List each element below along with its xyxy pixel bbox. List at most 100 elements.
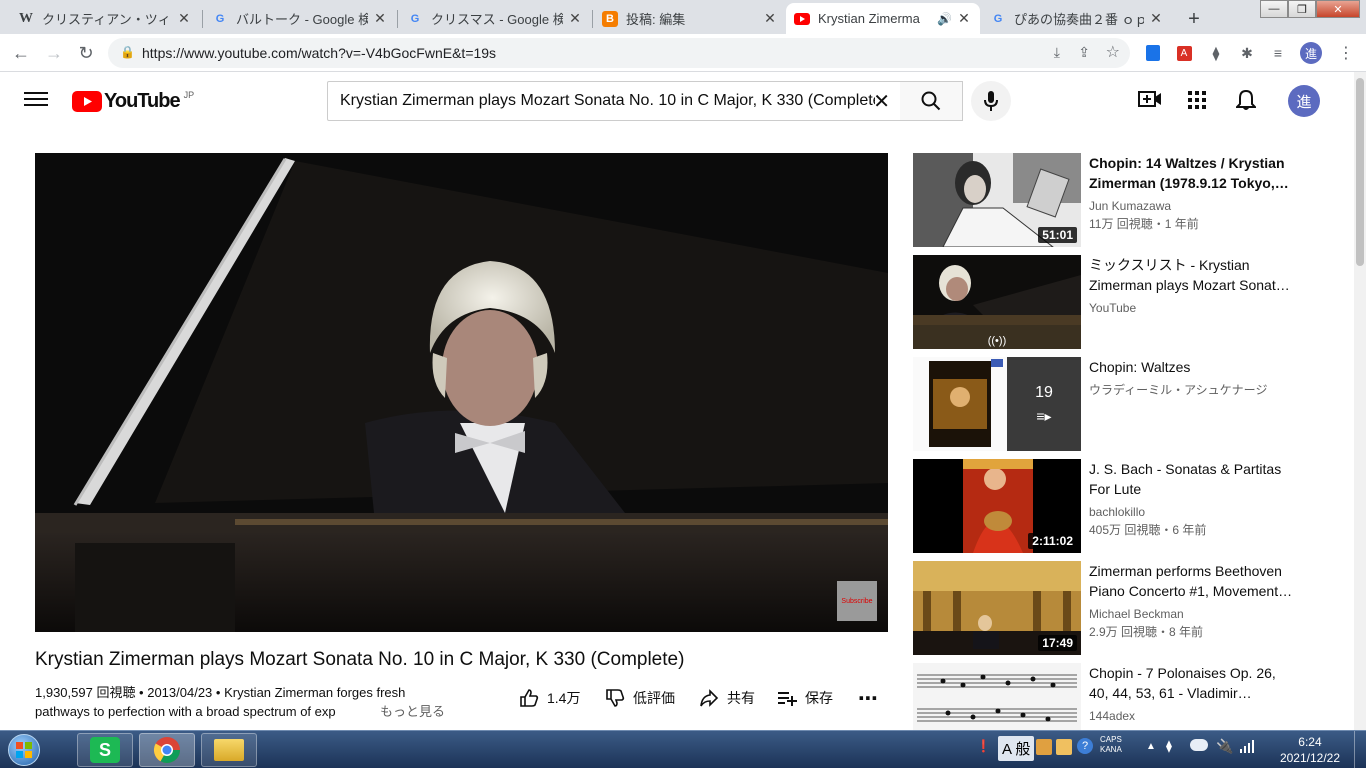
video-thumbnail[interactable]: 19 ≡▸ — [913, 357, 1081, 451]
subscribe-watermark[interactable]: Subscribe — [837, 581, 877, 621]
window-close-icon[interactable]: ✕ — [1316, 0, 1360, 18]
dislike-label: 低評価 — [633, 690, 675, 706]
search-button[interactable] — [900, 81, 963, 121]
minimize-icon[interactable]: — — [1260, 0, 1288, 18]
share-icon[interactable]: ⇪ — [1078, 44, 1090, 61]
recommended-title[interactable]: Chopin: 14 Waltzes / Krystian Zimerman (… — [1089, 153, 1294, 193]
recommended-video[interactable]: 2:11:02 J. S. Bach - Sonatas & Partitas … — [913, 459, 1333, 553]
acrobat-extension-icon[interactable]: A — [1174, 43, 1194, 63]
video-thumbnail[interactable]: 51:01 — [913, 153, 1081, 247]
search-query-text[interactable]: Krystian Zimerman plays Mozart Sonata No… — [340, 92, 875, 110]
start-button[interactable] — [4, 731, 44, 769]
video-thumbnail[interactable]: ((•)) — [913, 255, 1081, 349]
share-button[interactable]: 共有 — [699, 686, 755, 710]
channel-name[interactable]: YouTube — [1089, 299, 1136, 317]
ime-status-icon[interactable]: ❗ — [976, 739, 991, 753]
scrollbar-thumb[interactable] — [1356, 78, 1364, 266]
recommended-mix[interactable]: ((•)) ミックスリスト - Krystian Zimerman plays … — [913, 255, 1333, 349]
user-avatar[interactable]: 進 — [1288, 85, 1320, 117]
dropbox-extension-icon[interactable]: ⧫ — [1206, 43, 1226, 63]
video-description[interactable]: 1,930,597 回視聴 • 2013/04/23 • Krystian Zi… — [35, 683, 455, 721]
voice-search-button[interactable] — [971, 81, 1011, 121]
youtube-logo[interactable]: YouTube JP — [72, 90, 194, 113]
channel-name[interactable]: 144adex — [1089, 707, 1135, 725]
video-thumbnail[interactable]: 2:11:02 — [913, 459, 1081, 553]
channel-name[interactable]: Michael Beckman — [1089, 605, 1184, 623]
save-button[interactable]: 保存 — [777, 686, 833, 710]
extensions-puzzle-icon[interactable]: ✱ — [1237, 43, 1257, 63]
tab-audio-icon[interactable]: 🔊 — [937, 12, 952, 26]
channel-name[interactable]: Jun Kumazawa — [1089, 197, 1171, 215]
maximize-icon[interactable]: ❐ — [1288, 0, 1316, 18]
video-player[interactable]: Subscribe — [35, 153, 888, 632]
save-playlist-icon — [778, 692, 797, 706]
recommended-title[interactable]: Chopin: Waltzes — [1089, 357, 1294, 377]
bookmark-extension-icon[interactable] — [1143, 43, 1163, 63]
taskbar-explorer[interactable] — [201, 733, 257, 767]
browser-tab-active[interactable]: Krystian Zimerma 🔊 ✕ — [786, 3, 980, 34]
media-control-icon[interactable]: ≡ — [1268, 43, 1288, 63]
like-button[interactable]: 1.4万 — [519, 686, 580, 710]
search-input[interactable]: Krystian Zimerman plays Mozart Sonata No… — [327, 81, 901, 121]
browser-tab-4[interactable]: B 投稿: 編集 ✕ — [594, 3, 786, 34]
recommended-title[interactable]: Chopin - 7 Polonaises Op. 26, 40, 44, 53… — [1089, 663, 1294, 703]
video-thumbnail[interactable]: 17:49 — [913, 561, 1081, 655]
new-tab-button[interactable]: + — [1180, 5, 1208, 33]
browser-tab-strip: W クリスティアン・ツィマ ✕ G バルトーク - Google 検 ✕ G ク… — [0, 0, 1366, 34]
chrome-menu-icon[interactable]: ⋮ — [1336, 43, 1356, 63]
install-app-icon[interactable]: ⤓ — [1054, 44, 1060, 61]
video-thumbnail[interactable] — [913, 663, 1081, 730]
url-text[interactable]: https://www.youtube.com/watch?v=-V4bGocF… — [142, 45, 496, 61]
back-arrow-icon[interactable]: ← — [8, 40, 34, 66]
browser-tab-2[interactable]: G バルトーク - Google 検 ✕ — [204, 3, 396, 34]
tab-close-icon[interactable]: ✕ — [762, 10, 778, 27]
power-plug-icon[interactable]: 🔌 — [1216, 738, 1233, 755]
youtube-favicon-icon — [794, 11, 810, 27]
browser-tab-1[interactable]: W クリスティアン・ツィマ ✕ — [10, 3, 200, 34]
hamburger-menu-icon[interactable] — [24, 88, 48, 108]
recommended-playlist[interactable]: 19 ≡▸ Chopin: Waltzes ウラディーミル・アシュケナージ — [913, 357, 1333, 451]
ime-dictionary-icon[interactable] — [1056, 739, 1072, 755]
taskbar-chrome[interactable] — [139, 733, 195, 767]
tab-close-icon[interactable]: ✕ — [176, 10, 192, 27]
reload-icon[interactable]: ↻ — [73, 40, 99, 66]
tray-expand-icon[interactable]: ▲ — [1146, 741, 1156, 752]
tab-close-icon[interactable]: ✕ — [567, 10, 583, 27]
dropbox-tray-icon[interactable]: ⧫ — [1166, 739, 1172, 753]
notifications-button[interactable] — [1234, 89, 1258, 116]
recommended-video[interactable]: Chopin - 7 Polonaises Op. 26, 40, 44, 53… — [913, 663, 1333, 730]
show-more-link[interactable]: もっと見る — [373, 702, 445, 721]
forward-arrow-icon[interactable]: → — [41, 40, 67, 66]
cloud-tray-icon[interactable] — [1190, 739, 1208, 751]
help-icon[interactable]: ? — [1077, 738, 1093, 754]
browser-tab-6[interactable]: G ぴあの協奏曲２番 ｏｐ ✕ — [982, 3, 1172, 34]
clear-search-icon[interactable]: ✕ — [873, 89, 890, 114]
recommended-video[interactable]: 17:49 Zimerman performs Beethoven Piano … — [913, 561, 1333, 655]
taskbar-app-s[interactable]: S — [77, 733, 133, 767]
more-actions-icon[interactable]: ⋯ — [858, 686, 879, 710]
browser-tab-3[interactable]: G クリスマス - Google 検 ✕ — [399, 3, 591, 34]
dislike-button[interactable]: 低評価 — [605, 686, 675, 710]
tab-close-icon[interactable]: ✕ — [1148, 10, 1164, 27]
profile-avatar[interactable]: 進 — [1300, 42, 1322, 64]
recommended-title[interactable]: Zimerman performs Beethoven Piano Concer… — [1089, 561, 1294, 601]
lock-icon[interactable]: 🔒 — [120, 45, 135, 59]
ime-tool-icon[interactable] — [1036, 739, 1052, 755]
page-scrollbar[interactable] — [1354, 72, 1366, 730]
create-video-button[interactable] — [1138, 89, 1162, 114]
recommended-title[interactable]: ミックスリスト - Krystian Zimerman plays Mozart… — [1089, 255, 1294, 295]
recommended-video[interactable]: 51:01 Chopin: 14 Waltzes / Krystian Zime… — [913, 153, 1333, 247]
system-clock[interactable]: 6:24 2021/12/22 — [1280, 734, 1340, 766]
apps-grid-icon — [1188, 91, 1206, 109]
channel-name[interactable]: ウラディーミル・アシュケナージ — [1089, 381, 1267, 399]
tab-close-icon[interactable]: ✕ — [372, 10, 388, 27]
bookmark-star-icon[interactable]: ☆ — [1106, 42, 1120, 62]
address-bar[interactable]: 🔒 https://www.youtube.com/watch?v=-V4bGo… — [108, 38, 1130, 68]
show-desktop-button[interactable] — [1354, 731, 1366, 769]
apps-grid-button[interactable] — [1188, 91, 1206, 114]
ime-mode-indicator[interactable]: A 般 — [998, 736, 1035, 761]
channel-name[interactable]: bachlokillo — [1089, 503, 1145, 521]
tab-close-icon[interactable]: ✕ — [956, 10, 972, 27]
network-signal-icon[interactable] — [1240, 739, 1254, 758]
recommended-title[interactable]: J. S. Bach - Sonatas & Partitas For Lute — [1089, 459, 1294, 499]
